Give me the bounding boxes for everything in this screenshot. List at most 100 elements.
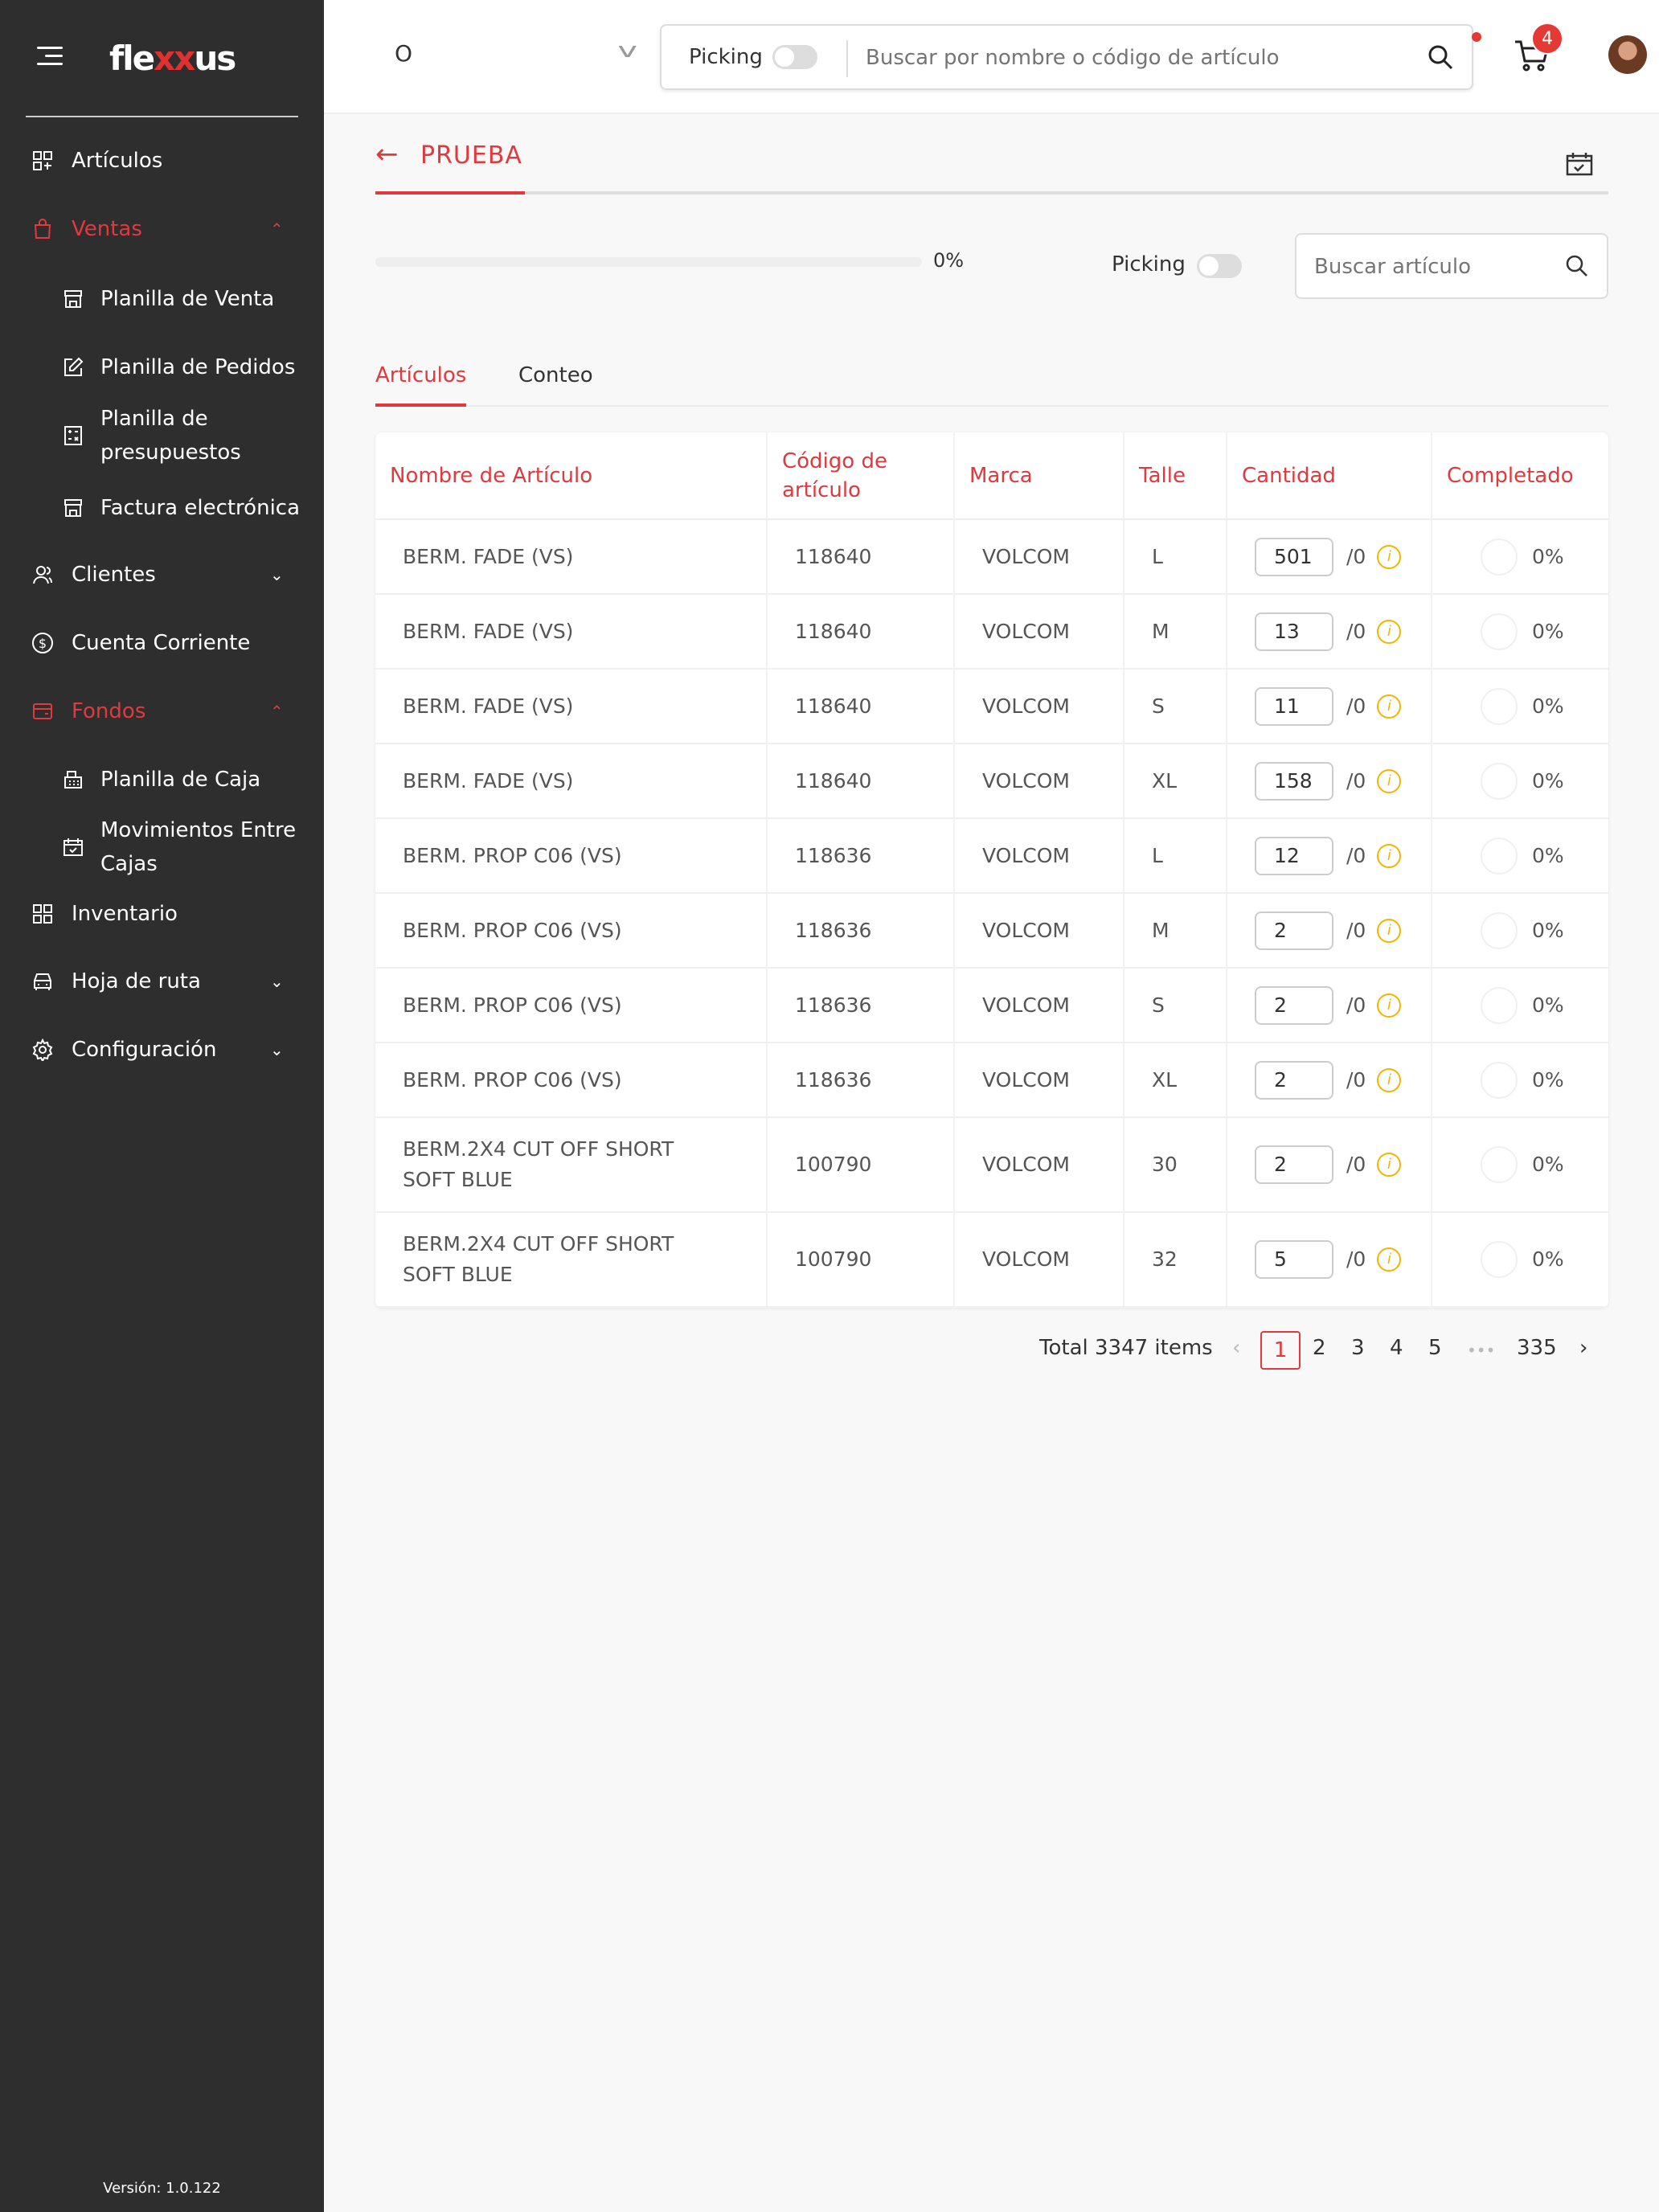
branch-select-value[interactable]: O <box>395 40 412 67</box>
global-search-input[interactable] <box>866 35 1412 80</box>
calendar-check-icon[interactable] <box>1565 151 1594 180</box>
table-row[interactable]: BERM. FADE (VS) 118640 VOLCOM S 11/0 i 0% <box>375 669 1608 744</box>
next-page-icon[interactable]: › <box>1579 1336 1587 1360</box>
progress-percent: 0% <box>933 249 965 272</box>
quantity-input[interactable]: 12 <box>1255 836 1333 875</box>
table-row[interactable]: BERM. PROP C06 (VS) 118636 VOLCOM XL 2/0 i 0% <box>375 1043 1608 1118</box>
cell-completado: 0% <box>1432 1212 1608 1308</box>
tab-articulos[interactable]: Artículos <box>375 363 466 387</box>
chevron-down-icon[interactable]: v <box>617 39 637 63</box>
completion: 0% <box>1481 986 1581 1024</box>
quantity-input[interactable]: 13 <box>1255 612 1333 651</box>
cell-cantidad: 158/0 i <box>1227 743 1432 819</box>
sidebar-item-planilla-pedidos[interactable]: Planilla de Pedidos <box>0 343 324 391</box>
quantity-input[interactable]: 11 <box>1255 686 1333 726</box>
article-search-input[interactable] <box>1314 244 1555 289</box>
sidebar-item-factura-electronica[interactable]: Factura electrónica <box>0 484 324 532</box>
completion-circle <box>1481 1061 1518 1099</box>
quantity-control: 158/0 i <box>1255 761 1403 801</box>
cell-codigo: 118640 <box>767 594 955 670</box>
chevron-up-icon[interactable]: ⌃ <box>270 702 284 721</box>
app-version: Versión: 1.0.122 <box>103 2180 221 2197</box>
quantity-input[interactable]: 501 <box>1255 537 1333 576</box>
search-icon[interactable] <box>1565 254 1589 281</box>
sidebar-item-planilla-venta[interactable]: Planilla de Venta <box>0 275 324 323</box>
page-button[interactable]: 2 <box>1313 1336 1326 1360</box>
chevron-down-icon[interactable]: ⌄ <box>270 565 284 584</box>
page-button[interactable]: 4 <box>1390 1336 1403 1360</box>
back-arrow-icon[interactable]: ← <box>375 138 399 170</box>
quantity-input[interactable]: 2 <box>1255 911 1333 950</box>
quantity-control: 13/0 i <box>1255 612 1403 651</box>
cell-codigo: 118640 <box>767 519 955 595</box>
column-header-cantidad[interactable]: Cantidad <box>1227 432 1432 520</box>
table-row[interactable]: BERM. FADE (VS) 118640 VOLCOM M 13/0 i 0% <box>375 594 1608 670</box>
cell-marca: VOLCOM <box>954 818 1124 894</box>
info-icon[interactable]: i <box>1377 768 1402 793</box>
sidebar-item-inventario[interactable]: Inventario <box>0 890 324 938</box>
cell-nombre: BERM. FADE (VS) <box>375 519 768 595</box>
menu-toggle-icon[interactable] <box>37 47 63 71</box>
page-button-current[interactable]: 1 <box>1260 1331 1301 1370</box>
sidebar-item-clientes[interactable]: Clientes ⌄ <box>0 551 324 599</box>
sidebar-item-ventas[interactable]: Ventas ⌃ <box>0 205 324 253</box>
sidebar-item-movimientos-cajas[interactable]: Movimientos Entre Cajas <box>0 813 324 881</box>
table-row[interactable]: BERM.2X4 CUT OFF SHORT SOFT BLUE 100790 VO… <box>375 1212 1608 1308</box>
info-icon[interactable]: i <box>1377 843 1402 868</box>
quantity-input[interactable]: 2 <box>1255 1060 1333 1100</box>
svg-text:$: $ <box>39 636 47 651</box>
info-icon[interactable]: i <box>1377 1247 1402 1272</box>
cell-marca: VOLCOM <box>954 1117 1124 1213</box>
sidebar-item-configuracion[interactable]: Configuración ⌄ <box>0 1026 324 1074</box>
pagination-ellipsis[interactable]: ••• <box>1467 1341 1495 1360</box>
tab-conteo[interactable]: Conteo <box>518 363 593 387</box>
sidebar-item-articulos[interactable]: Artículos <box>0 137 324 185</box>
column-header-marca[interactable]: Marca <box>954 432 1124 520</box>
search-icon[interactable] <box>1427 43 1454 74</box>
column-header-codigo[interactable]: Código de artículo <box>767 432 955 520</box>
info-icon[interactable]: i <box>1377 1153 1402 1177</box>
info-icon[interactable]: i <box>1377 694 1402 719</box>
sidebar-item-fondos[interactable]: Fondos ⌃ <box>0 687 324 735</box>
info-icon[interactable]: i <box>1377 918 1402 943</box>
sidebar-item-hoja-ruta[interactable]: Hoja de ruta ⌄ <box>0 957 324 1006</box>
page-button-last[interactable]: 335 <box>1517 1336 1557 1360</box>
info-icon[interactable]: i <box>1377 544 1402 569</box>
quantity-input[interactable]: 158 <box>1255 761 1333 801</box>
table-row[interactable]: BERM. FADE (VS) 118640 VOLCOM XL 158/0 i 0% <box>375 743 1608 819</box>
sidebar-item-planilla-presupuestos[interactable]: Planilla de presupuestos <box>0 402 324 469</box>
logo: flexxus <box>109 39 236 78</box>
column-header-talle[interactable]: Talle <box>1124 432 1227 520</box>
cell-nombre: BERM.2X4 CUT OFF SHORT SOFT BLUE <box>375 1117 768 1213</box>
info-icon[interactable]: i <box>1377 1067 1402 1092</box>
column-header-nombre[interactable]: Nombre de Artículo <box>375 432 768 520</box>
chevron-up-icon[interactable]: ⌃ <box>270 219 284 239</box>
quantity-control: 5/0 i <box>1255 1240 1403 1279</box>
info-icon[interactable]: i <box>1377 993 1402 1018</box>
sidebar-item-label: Planilla de presupuestos <box>100 407 241 465</box>
cell-marca: VOLCOM <box>954 519 1124 595</box>
quantity-input[interactable]: 2 <box>1255 1145 1333 1184</box>
sidebar-item-label: Clientes <box>72 563 156 587</box>
quantity-input[interactable]: 2 <box>1255 985 1333 1025</box>
table-row[interactable]: BERM. PROP C06 (VS) 118636 VOLCOM L 12/0 i 0% <box>375 818 1608 894</box>
chevron-down-icon[interactable]: ⌄ <box>270 972 284 991</box>
info-icon[interactable]: i <box>1377 619 1402 644</box>
page-button[interactable]: 3 <box>1351 1336 1365 1360</box>
avatar[interactable] <box>1608 35 1647 74</box>
chevron-down-icon[interactable]: ⌄ <box>270 1040 284 1059</box>
picking-toggle[interactable] <box>1197 254 1242 278</box>
table-row[interactable]: BERM. PROP C06 (VS) 118636 VOLCOM M 2/0 i 0% <box>375 893 1608 969</box>
completion: 0% <box>1481 1061 1581 1099</box>
sidebar-item-cuenta-corriente[interactable]: $ Cuenta Corriente <box>0 619 324 667</box>
quantity-input[interactable]: 5 <box>1255 1240 1333 1279</box>
sidebar-item-planilla-caja[interactable]: Planilla de Caja <box>0 756 324 804</box>
prev-page-icon[interactable]: ‹ <box>1232 1336 1240 1360</box>
table-row[interactable]: BERM. PROP C06 (VS) 118636 VOLCOM S 2/0 i 0% <box>375 968 1608 1043</box>
store-icon <box>61 287 85 311</box>
page-button[interactable]: 5 <box>1428 1336 1442 1360</box>
picking-toggle[interactable] <box>772 45 817 69</box>
column-header-completado[interactable]: Completado <box>1432 432 1608 520</box>
table-row[interactable]: BERM. FADE (VS) 118640 VOLCOM L 501/0 i 0% <box>375 519 1608 595</box>
table-row[interactable]: BERM.2X4 CUT OFF SHORT SOFT BLUE 100790 VO… <box>375 1117 1608 1213</box>
